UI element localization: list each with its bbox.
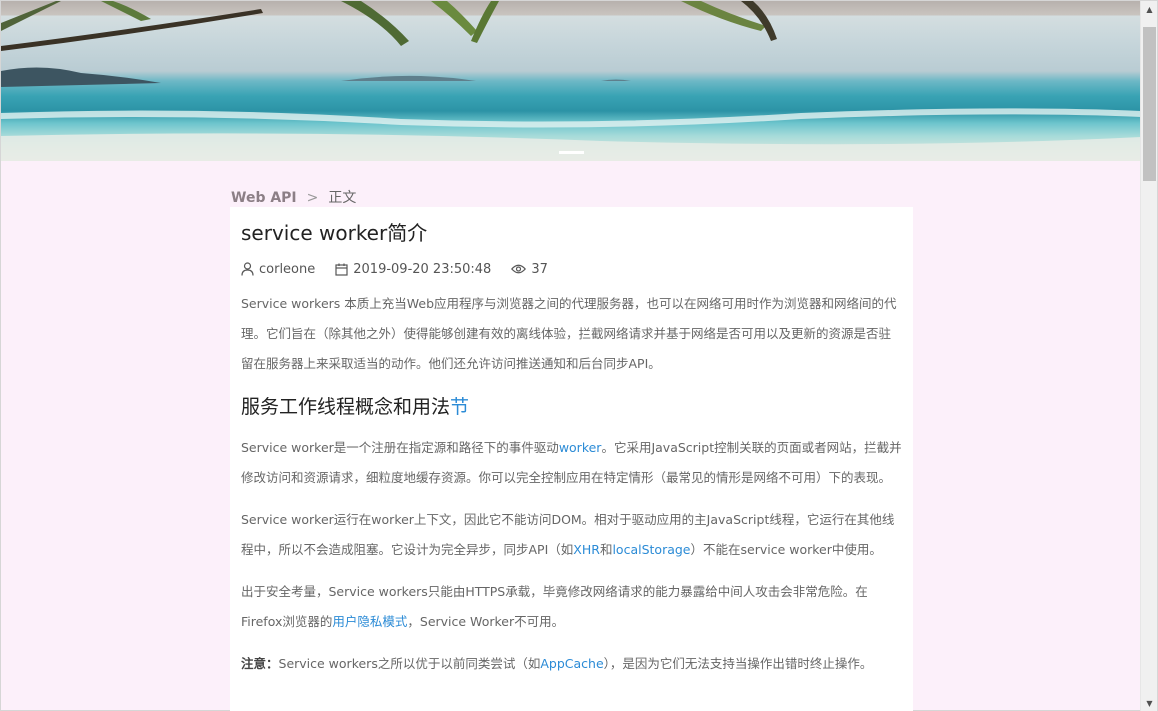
- publish-date: 2019-09-20 23:50:48: [353, 261, 492, 277]
- views-meta: 37: [511, 262, 548, 277]
- note-paragraph: 注意：Service workers之所以优于以前同类尝试（如AppCache）…: [241, 649, 902, 679]
- paragraph-2: Service worker运行在worker上下文，因此它不能访问DOM。相对…: [241, 505, 902, 565]
- article-title: service worker简介: [241, 221, 428, 245]
- note-label: 注意：: [241, 656, 279, 671]
- paragraph-3: 出于安全考量，Service workers只能由HTTPS承载，毕竟修改网络请…: [241, 577, 902, 637]
- user-icon: [241, 262, 254, 276]
- note-text-a: Service workers之所以优于以前同类尝试（如: [278, 656, 541, 671]
- appcache-link[interactable]: AppCache: [540, 656, 603, 671]
- eye-icon: [511, 264, 527, 274]
- paragraph-2-text-mid: 和: [599, 542, 613, 557]
- calendar-icon: [335, 263, 348, 276]
- xhr-link[interactable]: XHR: [573, 542, 600, 557]
- paragraph-2-text-b: ）不能在service worker中使用。: [690, 542, 882, 557]
- scroll-up-arrow-icon[interactable]: ▲: [1141, 1, 1158, 18]
- beach-banner-image: [1, 1, 1141, 161]
- paragraph-3-text-b: ，Service Worker不可用。: [407, 614, 565, 629]
- scroll-thumb[interactable]: [1143, 27, 1156, 181]
- view-count: 37: [531, 261, 548, 277]
- section-heading: 服务工作线程概念和用法节: [241, 393, 902, 421]
- author-meta: corleone: [241, 262, 315, 277]
- breadcrumb-separator: >: [306, 190, 319, 206]
- author-name[interactable]: corleone: [259, 262, 315, 277]
- private-mode-link[interactable]: 用户隐私模式: [332, 614, 407, 629]
- section-heading-text: 服务工作线程概念和用法: [241, 396, 451, 418]
- worker-link[interactable]: worker: [559, 440, 602, 455]
- breadcrumb-section-link[interactable]: Web API: [231, 190, 297, 206]
- scroll-down-arrow-icon[interactable]: ▼: [1141, 695, 1158, 711]
- date-meta: 2019-09-20 23:50:48: [335, 262, 491, 277]
- breadcrumb: Web API > 正文: [231, 187, 356, 207]
- breadcrumb-current: 正文: [328, 190, 357, 206]
- paragraph-1: Service worker是一个注册在指定源和路径下的事件驱动worker。它…: [241, 433, 902, 493]
- article-meta: corleone 2019-09-20 23:50:48 37: [241, 261, 902, 277]
- carousel-indicator[interactable]: [559, 151, 584, 154]
- intro-paragraph: Service workers 本质上充当Web应用程序与浏览器之间的代理服务器…: [241, 296, 897, 371]
- article-card: service worker简介 corleone 2019-09-20 23:…: [230, 207, 913, 711]
- header-banner: [1, 1, 1141, 161]
- paragraph-1-text-a: Service worker是一个注册在指定源和路径下的事件驱动: [241, 440, 559, 455]
- localstorage-link[interactable]: localStorage: [612, 542, 690, 557]
- section-anchor-link[interactable]: 节: [450, 396, 469, 418]
- page-scrollbar[interactable]: ▲ ▼: [1140, 1, 1157, 711]
- note-text-b: ），是因为它们无法支持当操作出错时终止操作。: [603, 656, 873, 671]
